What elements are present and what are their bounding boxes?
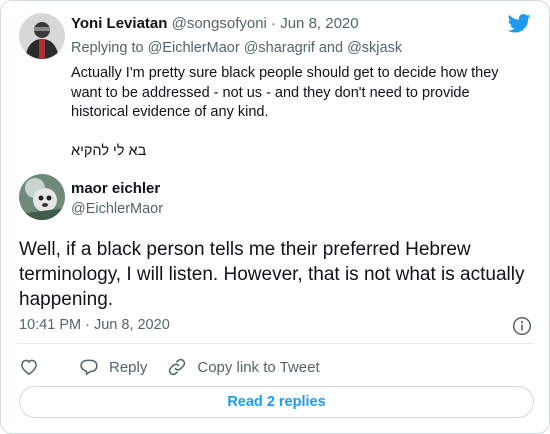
mention-link[interactable]: @EichlerMaor	[148, 40, 240, 56]
copy-link-label: Copy link to Tweet	[197, 358, 320, 376]
main-author-name[interactable]: maor eichler	[71, 180, 160, 197]
main-author-handle[interactable]: @EichlerMaor	[71, 201, 163, 217]
tweet-embed-card: Yoni Leviatan @songsofyoni · Jun 8, 2020…	[0, 0, 550, 434]
parent-tweet-header: Yoni Leviatan @songsofyoni · Jun 8, 2020	[71, 15, 359, 32]
replying-to-prefix: Replying to	[71, 40, 148, 56]
like-button[interactable]	[19, 357, 49, 377]
mention-link[interactable]: @skjask	[347, 40, 402, 56]
reply-button[interactable]: Reply	[79, 357, 147, 377]
and-word: and	[314, 40, 348, 56]
tweet-timestamp[interactable]: 10:41 PM · Jun 8, 2020	[19, 317, 170, 333]
reply-label: Reply	[109, 358, 148, 376]
parent-author-avatar[interactable]	[19, 13, 65, 59]
main-author-avatar[interactable]	[19, 174, 65, 220]
divider	[17, 343, 533, 344]
copy-link-button[interactable]: Copy link to Tweet	[167, 357, 320, 377]
parent-author-name[interactable]: Yoni Leviatan	[71, 15, 167, 32]
parent-tweet-paragraph: Actually I'm pretty sure black people sh…	[71, 65, 499, 120]
read-replies-label: Read 2 replies	[227, 394, 326, 410]
replying-to-line: Replying to @EichlerMaor @sharagrif and …	[71, 40, 402, 56]
main-tweet-text: Well, if a black person tells me their p…	[19, 239, 525, 310]
parent-tweet-text: Actually I'm pretty sure black people sh…	[71, 64, 511, 181]
parent-tweet-date[interactable]: Jun 8, 2020	[280, 15, 358, 32]
twitter-bird-icon[interactable]	[507, 14, 531, 38]
tweet-actions: Reply Copy link to Tweet	[19, 356, 340, 378]
info-icon[interactable]	[512, 316, 532, 336]
reply-bubble-icon	[80, 359, 98, 376]
tweet-date: Jun 8, 2020	[93, 317, 170, 333]
tweet-time: 10:41 PM	[19, 317, 82, 333]
mention-link[interactable]: @sharagrif	[244, 40, 315, 56]
separator-dot: ·	[266, 15, 281, 32]
parent-tweet-hebrew-line: בא לי להקיא	[71, 143, 147, 159]
separator-dot: ·	[81, 317, 94, 333]
parent-author-handle[interactable]: @songsofyoni	[172, 15, 267, 32]
link-icon	[169, 358, 186, 376]
heart-icon	[21, 359, 37, 375]
read-replies-button[interactable]: Read 2 replies	[19, 386, 534, 418]
